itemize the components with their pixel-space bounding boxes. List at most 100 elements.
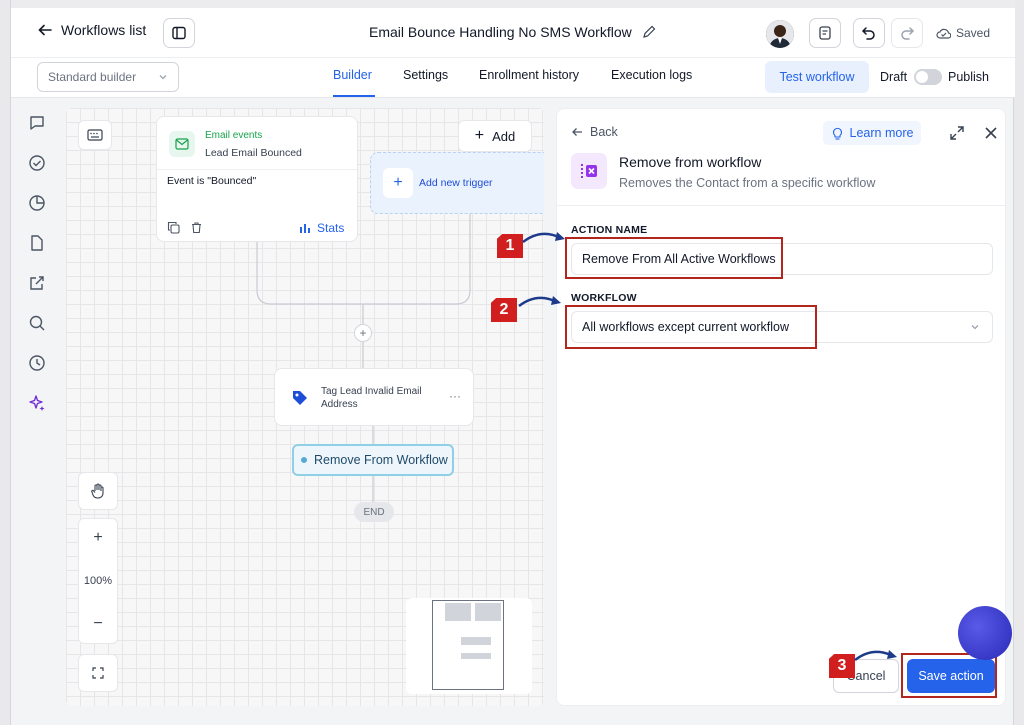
zoom-level: 100% xyxy=(83,575,113,587)
arrow-3-icon xyxy=(854,650,897,662)
file-icon[interactable] xyxy=(28,234,46,252)
chevron-down-icon xyxy=(159,75,167,80)
workflow-title-text: Email Bounce Handling No SMS Workflow xyxy=(369,24,632,40)
lightbulb-icon xyxy=(832,127,842,140)
add-button[interactable]: + Add xyxy=(458,120,532,152)
app-window: Workflows list Email Bounce Handling No … xyxy=(10,0,1019,725)
hand-icon xyxy=(91,483,104,499)
workflow-title[interactable]: Email Bounce Handling No SMS Workflow xyxy=(369,24,656,40)
tab-settings[interactable]: Settings xyxy=(403,68,448,82)
add-step-button[interactable]: + xyxy=(354,324,372,342)
fit-view-button[interactable] xyxy=(78,654,118,692)
tag-icon xyxy=(287,385,313,411)
active-tab-indicator xyxy=(333,95,375,97)
notes-button[interactable] xyxy=(809,18,841,48)
add-trigger-label: Add new trigger xyxy=(419,177,493,189)
trash-icon[interactable] xyxy=(190,221,203,234)
workflow-label: WORKFLOW xyxy=(571,292,637,304)
keyboard-icon xyxy=(87,129,103,141)
redo-icon xyxy=(901,27,915,40)
panel-back-label: Back xyxy=(590,125,618,139)
trigger-node[interactable]: Email events Lead Email Bounced Event is… xyxy=(156,116,358,242)
builder-mode-value: Standard builder xyxy=(48,70,137,84)
expand-icon[interactable] xyxy=(949,125,965,141)
stats-label: Stats xyxy=(317,221,345,235)
tag-action-name: Tag Lead Invalid Email Address xyxy=(321,386,422,410)
draft-label: Draft xyxy=(880,70,908,84)
workflow-canvas[interactable]: Email events Lead Email Bounced Event is… xyxy=(66,108,544,706)
workflows-list-back-button[interactable]: Workflows list xyxy=(37,22,146,38)
tab-builder[interactable]: Builder xyxy=(333,68,372,82)
back-label: Workflows list xyxy=(61,22,147,38)
step-1-badge: 1 xyxy=(497,234,523,258)
trigger-name: Lead Email Bounced xyxy=(205,147,302,159)
expand-icon xyxy=(92,667,104,679)
copy-icon[interactable] xyxy=(167,221,180,234)
arrow-left-icon xyxy=(38,24,52,36)
action-config-panel: Back Learn more Remove from workflow Rem… xyxy=(556,108,1006,706)
trigger-type: Email events xyxy=(205,130,263,141)
tab-enrollment-history[interactable]: Enrollment history xyxy=(479,68,579,82)
step-2-badge: 2 xyxy=(491,298,517,322)
save-status: Saved xyxy=(936,26,990,40)
window-top-strip xyxy=(11,0,1015,8)
panel-subtitle: Removes the Contact from a specific work… xyxy=(619,176,876,190)
remove-workflow-icon xyxy=(571,153,607,189)
pie-chart-icon[interactable] xyxy=(28,194,46,212)
mail-icon xyxy=(169,131,195,157)
more-options-icon[interactable]: ··· xyxy=(449,389,461,403)
panel-title: Remove from workflow xyxy=(619,154,762,170)
remove-from-workflow-node[interactable]: Remove From Workflow xyxy=(292,444,454,476)
trigger-filter: Event is "Bounced" xyxy=(167,175,257,187)
external-link-icon[interactable] xyxy=(28,274,46,292)
chat-icon[interactable] xyxy=(28,114,46,132)
action-name-label: ACTION NAME xyxy=(571,224,648,236)
tab-execution-logs[interactable]: Execution logs xyxy=(611,68,692,82)
publish-toggle[interactable] xyxy=(914,69,942,85)
pan-hand-button[interactable] xyxy=(78,472,118,510)
add-label: Add xyxy=(492,128,516,144)
arrow-2-icon xyxy=(518,296,561,308)
highlight-action-name xyxy=(565,237,783,279)
tag-action-node[interactable]: Tag Lead Invalid Email Address ··· xyxy=(274,368,474,426)
end-node: END xyxy=(354,502,394,522)
zoom-in-button[interactable]: + xyxy=(93,519,102,557)
saved-label: Saved xyxy=(956,26,991,40)
undo-button[interactable] xyxy=(853,18,885,48)
history-icon[interactable] xyxy=(28,354,46,372)
arrow-1-icon xyxy=(522,232,565,244)
learn-more-button[interactable]: Learn more xyxy=(823,121,921,145)
close-icon[interactable] xyxy=(983,125,999,141)
zoom-controls: + 100% − xyxy=(78,518,118,644)
highlight-workflow xyxy=(565,305,817,349)
sidebar-toggle-button[interactable] xyxy=(163,18,195,48)
step-3-badge: 3 xyxy=(829,654,855,678)
zoom-out-button[interactable]: − xyxy=(93,605,102,643)
check-circle-icon[interactable] xyxy=(28,154,46,172)
panel-back-button[interactable]: Back xyxy=(571,125,618,139)
minimap[interactable] xyxy=(406,598,532,694)
avatar[interactable] xyxy=(766,20,794,48)
arrow-left-icon xyxy=(572,128,582,136)
remove-action-name: Remove From Workflow xyxy=(314,453,448,467)
stats-button[interactable]: Stats xyxy=(299,221,344,235)
sidebar-panel-icon xyxy=(172,26,186,40)
builder-mode-select[interactable]: Standard builder xyxy=(37,62,179,92)
status-dot xyxy=(301,457,307,463)
redo-button[interactable] xyxy=(891,18,923,48)
clipboard-icon xyxy=(819,26,831,40)
bar-chart-icon xyxy=(300,224,310,233)
add-new-trigger-node[interactable]: + Add new trigger xyxy=(370,152,544,214)
left-nav xyxy=(11,98,63,725)
chevron-down-icon xyxy=(971,325,979,330)
search-icon[interactable] xyxy=(28,314,46,332)
sparkles-icon[interactable] xyxy=(28,394,46,412)
panel-divider xyxy=(557,205,1005,206)
top-header: Workflows list Email Bounce Handling No … xyxy=(11,8,1015,58)
publish-label: Publish xyxy=(948,70,989,84)
sub-toolbar: Standard builder Builder Settings Enroll… xyxy=(11,58,1015,98)
plus-icon: + xyxy=(383,168,413,198)
pencil-icon[interactable] xyxy=(642,25,656,39)
keyboard-shortcuts-button[interactable] xyxy=(78,120,112,150)
test-workflow-button[interactable]: Test workflow xyxy=(765,61,869,93)
